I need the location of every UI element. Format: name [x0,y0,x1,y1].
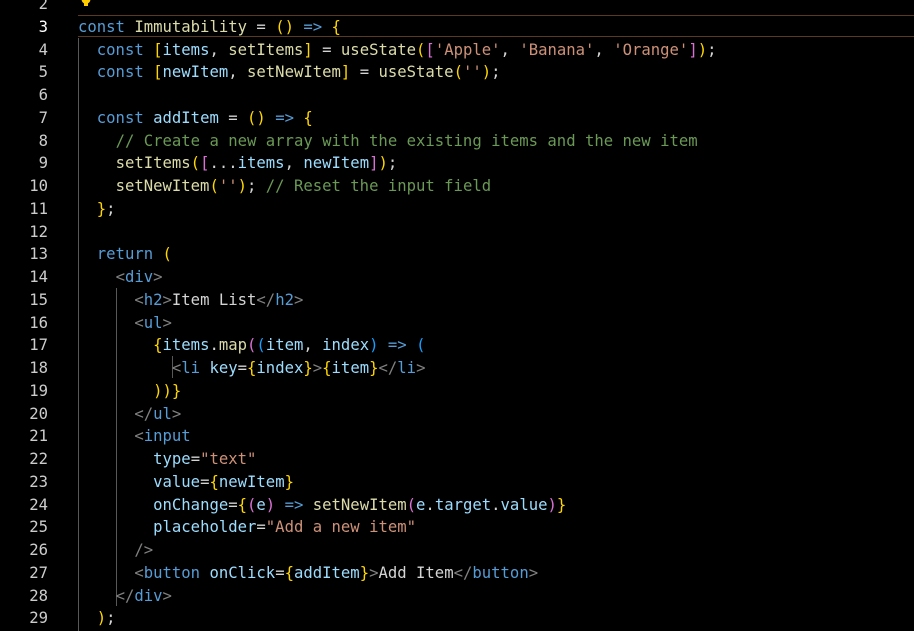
line-number: 19 [29,381,48,400]
code-line[interactable]: const Immutability = () => { [78,16,341,39]
line-number: 2 [38,0,48,13]
code-line[interactable]: return ( [78,243,172,266]
line-number: 17 [29,336,48,355]
line-number: 18 [29,359,48,377]
line-number: 21 [29,427,48,446]
code-line[interactable]: <li key={index}>{item}</li> [78,357,426,380]
line-number: 25 [29,518,48,537]
line-number: 15 [29,290,48,309]
code-line[interactable]: ))} [78,380,181,403]
code-editor[interactable]: 2 3 4 5 6 7 8 9 10 11 12 13 14 15 16 17 18 19 20 21 22 23 24 25… [0,0,914,631]
line-number: 10 [29,177,48,195]
line-number: 3 [38,17,48,36]
line-number: 24 [29,495,48,514]
line-number: 13 [29,245,48,264]
code-area[interactable]: const Immutability = () => { const [item… [78,0,914,631]
code-line[interactable]: <ul> [78,312,172,335]
code-line[interactable]: setItems([...items, newItem]); [78,152,398,175]
code-line[interactable]: </div> [78,585,172,608]
code-line[interactable]: value={newItem} [78,471,294,494]
code-line[interactable]: setNewItem(''); // Reset the input field [78,175,492,198]
code-line[interactable]: const [newItem, setNewItem] = useState('… [78,61,501,84]
code-line[interactable]: // Create a new array with the existing … [78,130,698,153]
line-number: 12 [29,222,48,241]
code-line[interactable]: placeholder="Add a new item" [78,516,416,539]
line-number: 22 [29,450,48,468]
code-line[interactable]: <input [78,425,190,448]
code-line[interactable]: }; [78,198,116,221]
line-number-gutter: 2 3 4 5 6 7 8 9 10 11 12 13 14 15 16 17 18 19 20 21 22 23 24 25… [0,0,56,631]
line-number: 16 [29,313,48,332]
code-line[interactable]: const addItem = () => { [78,107,313,130]
line-number: 6 [38,86,48,104]
line-number: 7 [38,108,48,127]
code-line[interactable]: <button onClick={addItem}>Add Item</butt… [78,562,538,585]
line-number: 9 [38,154,48,173]
line-number: 4 [38,40,48,59]
code-line[interactable]: <h2>Item List</h2> [78,289,303,312]
code-line[interactable]: </ul> [78,403,181,426]
code-line[interactable]: <div> [78,266,163,289]
code-line[interactable]: const [items, setItems] = useState(['App… [78,39,717,62]
line-number: 26 [29,541,48,559]
line-number: 28 [29,586,48,605]
code-line[interactable]: type="text" [78,448,256,471]
code-line[interactable]: {items.map((item, index) => ( [78,334,425,357]
line-number: 27 [29,563,48,582]
line-number: 23 [29,472,48,491]
code-line[interactable]: onChange={(e) => setNewItem(e.target.val… [78,494,566,517]
code-line[interactable]: ); [78,607,116,630]
line-number: 20 [29,404,48,423]
line-number: 29 [29,609,48,628]
code-line[interactable]: /> [78,539,153,562]
line-number: 5 [38,63,48,82]
line-number: 14 [29,268,48,286]
line-number: 11 [29,199,48,218]
line-number: 8 [38,131,48,150]
